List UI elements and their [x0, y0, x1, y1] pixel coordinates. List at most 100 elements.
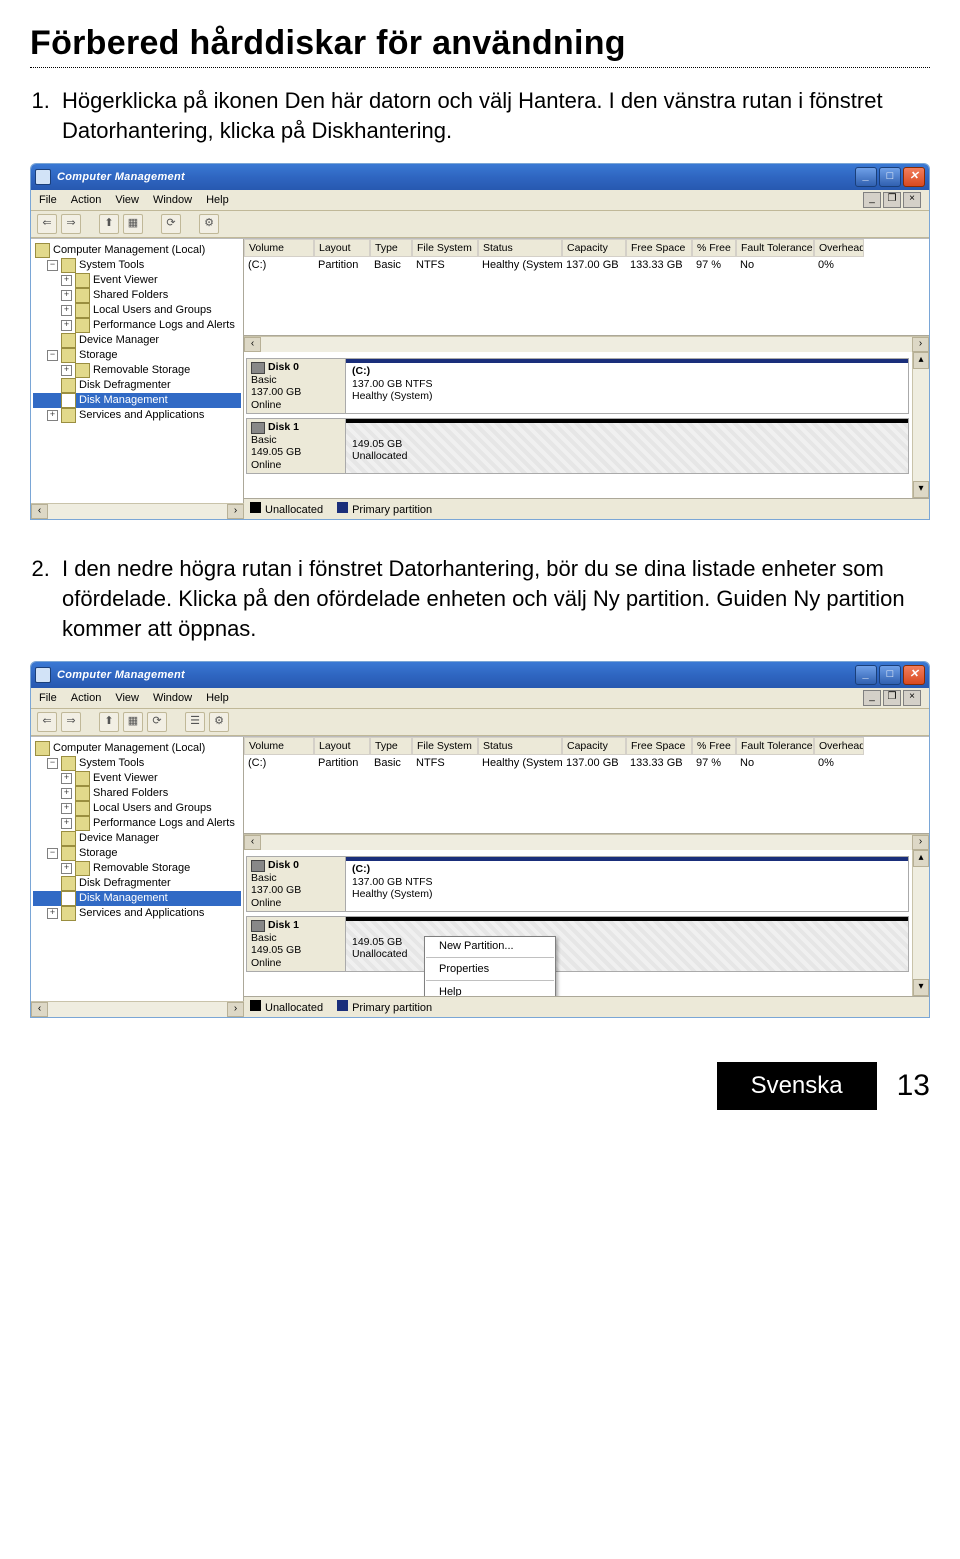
- tree-removable[interactable]: Removable Storage: [93, 861, 190, 876]
- scroll-left-icon[interactable]: ‹: [244, 337, 261, 352]
- list-button[interactable]: ☰: [185, 712, 205, 732]
- tree-perf-logs[interactable]: Performance Logs and Alerts: [93, 816, 235, 831]
- tree-disk-management[interactable]: Disk Management: [79, 393, 168, 408]
- up-button[interactable]: ⬆: [99, 214, 119, 234]
- settings-button[interactable]: ⚙: [199, 214, 219, 234]
- scroll-right-icon[interactable]: ›: [227, 504, 244, 519]
- maximize-button[interactable]: □: [879, 167, 901, 187]
- tree-event-viewer[interactable]: Event Viewer: [93, 273, 158, 288]
- menu-window[interactable]: Window: [153, 692, 192, 704]
- mdi-minimize[interactable]: _: [863, 192, 881, 208]
- close-button[interactable]: ✕: [903, 167, 925, 187]
- collapse-icon[interactable]: −: [47, 350, 58, 361]
- col-type[interactable]: Type: [370, 737, 412, 755]
- tree-event-viewer[interactable]: Event Viewer: [93, 771, 158, 786]
- volume-row[interactable]: (C:) Partition Basic NTFS Healthy (Syste…: [244, 257, 929, 273]
- expand-icon[interactable]: +: [61, 275, 72, 286]
- col-capacity[interactable]: Capacity: [562, 239, 626, 257]
- refresh-button[interactable]: ⟳: [161, 214, 181, 234]
- mdi-close[interactable]: ×: [903, 690, 921, 706]
- menu-help[interactable]: Help: [206, 692, 229, 704]
- tree-root[interactable]: Computer Management (Local): [53, 741, 205, 756]
- context-menu[interactable]: New Partition... Properties Help: [424, 936, 556, 996]
- console-tree[interactable]: Computer Management (Local) − System Tool…: [31, 737, 244, 1001]
- mdi-minimize[interactable]: _: [863, 690, 881, 706]
- disk-0-row[interactable]: Disk 0 Basic 137.00 GB Online (C:) 137.0…: [246, 856, 909, 912]
- tree-root[interactable]: Computer Management (Local): [53, 243, 205, 258]
- tree-disk-management[interactable]: Disk Management: [79, 891, 168, 906]
- scroll-down-icon[interactable]: ▾: [913, 979, 929, 996]
- tree-defrag[interactable]: Disk Defragmenter: [79, 378, 171, 393]
- collapse-icon[interactable]: −: [47, 758, 58, 769]
- col-fault[interactable]: Fault Tolerance: [736, 239, 814, 257]
- scroll-down-icon[interactable]: ▾: [913, 481, 929, 498]
- menu-view[interactable]: View: [115, 692, 139, 704]
- scroll-right-icon[interactable]: ›: [912, 337, 929, 352]
- expand-icon[interactable]: +: [61, 773, 72, 784]
- menu-window[interactable]: Window: [153, 194, 192, 206]
- disk-0-row[interactable]: Disk 0 Basic 137.00 GB Online (C:) 137.0…: [246, 358, 909, 414]
- close-button[interactable]: ✕: [903, 665, 925, 685]
- titlebar[interactable]: Computer Management _ □ ✕: [31, 164, 929, 190]
- tree-system-tools[interactable]: System Tools: [79, 258, 144, 273]
- minimize-button[interactable]: _: [855, 167, 877, 187]
- disk-pane-scrollbar[interactable]: ▴ ▾: [912, 850, 929, 996]
- tree-device-manager[interactable]: Device Manager: [79, 831, 159, 846]
- expand-icon[interactable]: +: [61, 788, 72, 799]
- menu-file[interactable]: File: [39, 692, 57, 704]
- col-fault[interactable]: Fault Tolerance: [736, 737, 814, 755]
- tree-system-tools[interactable]: System Tools: [79, 756, 144, 771]
- expand-icon[interactable]: +: [61, 863, 72, 874]
- col-filesystem[interactable]: File System: [412, 737, 478, 755]
- scroll-left-icon[interactable]: ‹: [31, 504, 48, 519]
- expand-icon[interactable]: +: [61, 305, 72, 316]
- menu-view[interactable]: View: [115, 194, 139, 206]
- tree-perf-logs[interactable]: Performance Logs and Alerts: [93, 318, 235, 333]
- collapse-icon[interactable]: −: [47, 848, 58, 859]
- expand-icon[interactable]: +: [47, 410, 58, 421]
- col-layout[interactable]: Layout: [314, 737, 370, 755]
- menu-action[interactable]: Action: [71, 692, 102, 704]
- tree-shared-folders[interactable]: Shared Folders: [93, 288, 168, 303]
- volume-row[interactable]: (C:) Partition Basic NTFS Healthy (Syste…: [244, 755, 929, 771]
- settings-button[interactable]: ⚙: [209, 712, 229, 732]
- back-button[interactable]: ⇐: [37, 712, 57, 732]
- refresh-button[interactable]: ⟳: [147, 712, 167, 732]
- scroll-right-icon[interactable]: ›: [227, 1002, 244, 1017]
- minimize-button[interactable]: _: [855, 665, 877, 685]
- back-button[interactable]: ⇐: [37, 214, 57, 234]
- expand-icon[interactable]: +: [61, 818, 72, 829]
- scroll-left-icon[interactable]: ‹: [31, 1002, 48, 1017]
- tree-local-users[interactable]: Local Users and Groups: [93, 801, 212, 816]
- disk-1-row[interactable]: Disk 1 Basic 149.05 GB Online 149.05 GB …: [246, 418, 909, 474]
- disk-0-partition-c[interactable]: (C:) 137.00 GB NTFS Healthy (System): [346, 857, 908, 911]
- scroll-up-icon[interactable]: ▴: [913, 850, 929, 867]
- col-pctfree[interactable]: % Free: [692, 737, 736, 755]
- col-overhead[interactable]: Overhead: [814, 737, 864, 755]
- scroll-left-icon[interactable]: ‹: [244, 835, 261, 850]
- console-tree[interactable]: Computer Management (Local) − System Tool…: [31, 239, 244, 503]
- menu-action[interactable]: Action: [71, 194, 102, 206]
- mdi-close[interactable]: ×: [903, 192, 921, 208]
- expand-icon[interactable]: +: [61, 803, 72, 814]
- properties-button[interactable]: ▦: [123, 712, 143, 732]
- volume-list[interactable]: Volume Layout Type File System Status Ca…: [244, 239, 929, 336]
- tree-storage[interactable]: Storage: [79, 348, 118, 363]
- tree-scrollbar[interactable]: ‹ ›: [31, 503, 244, 519]
- expand-icon[interactable]: +: [61, 365, 72, 376]
- tree-defrag[interactable]: Disk Defragmenter: [79, 876, 171, 891]
- tree-services[interactable]: Services and Applications: [79, 408, 204, 423]
- volume-list[interactable]: Volume Layout Type File System Status Ca…: [244, 737, 929, 834]
- expand-icon[interactable]: +: [61, 320, 72, 331]
- col-capacity[interactable]: Capacity: [562, 737, 626, 755]
- tree-scrollbar[interactable]: ‹ ›: [31, 1001, 244, 1017]
- col-freespace[interactable]: Free Space: [626, 737, 692, 755]
- tree-local-users[interactable]: Local Users and Groups: [93, 303, 212, 318]
- context-new-partition[interactable]: New Partition...: [425, 937, 555, 955]
- disk-0-partition-c[interactable]: (C:) 137.00 GB NTFS Healthy (System): [346, 359, 908, 413]
- col-pctfree[interactable]: % Free: [692, 239, 736, 257]
- col-status[interactable]: Status: [478, 239, 562, 257]
- context-help[interactable]: Help: [425, 983, 555, 996]
- col-filesystem[interactable]: File System: [412, 239, 478, 257]
- menu-help[interactable]: Help: [206, 194, 229, 206]
